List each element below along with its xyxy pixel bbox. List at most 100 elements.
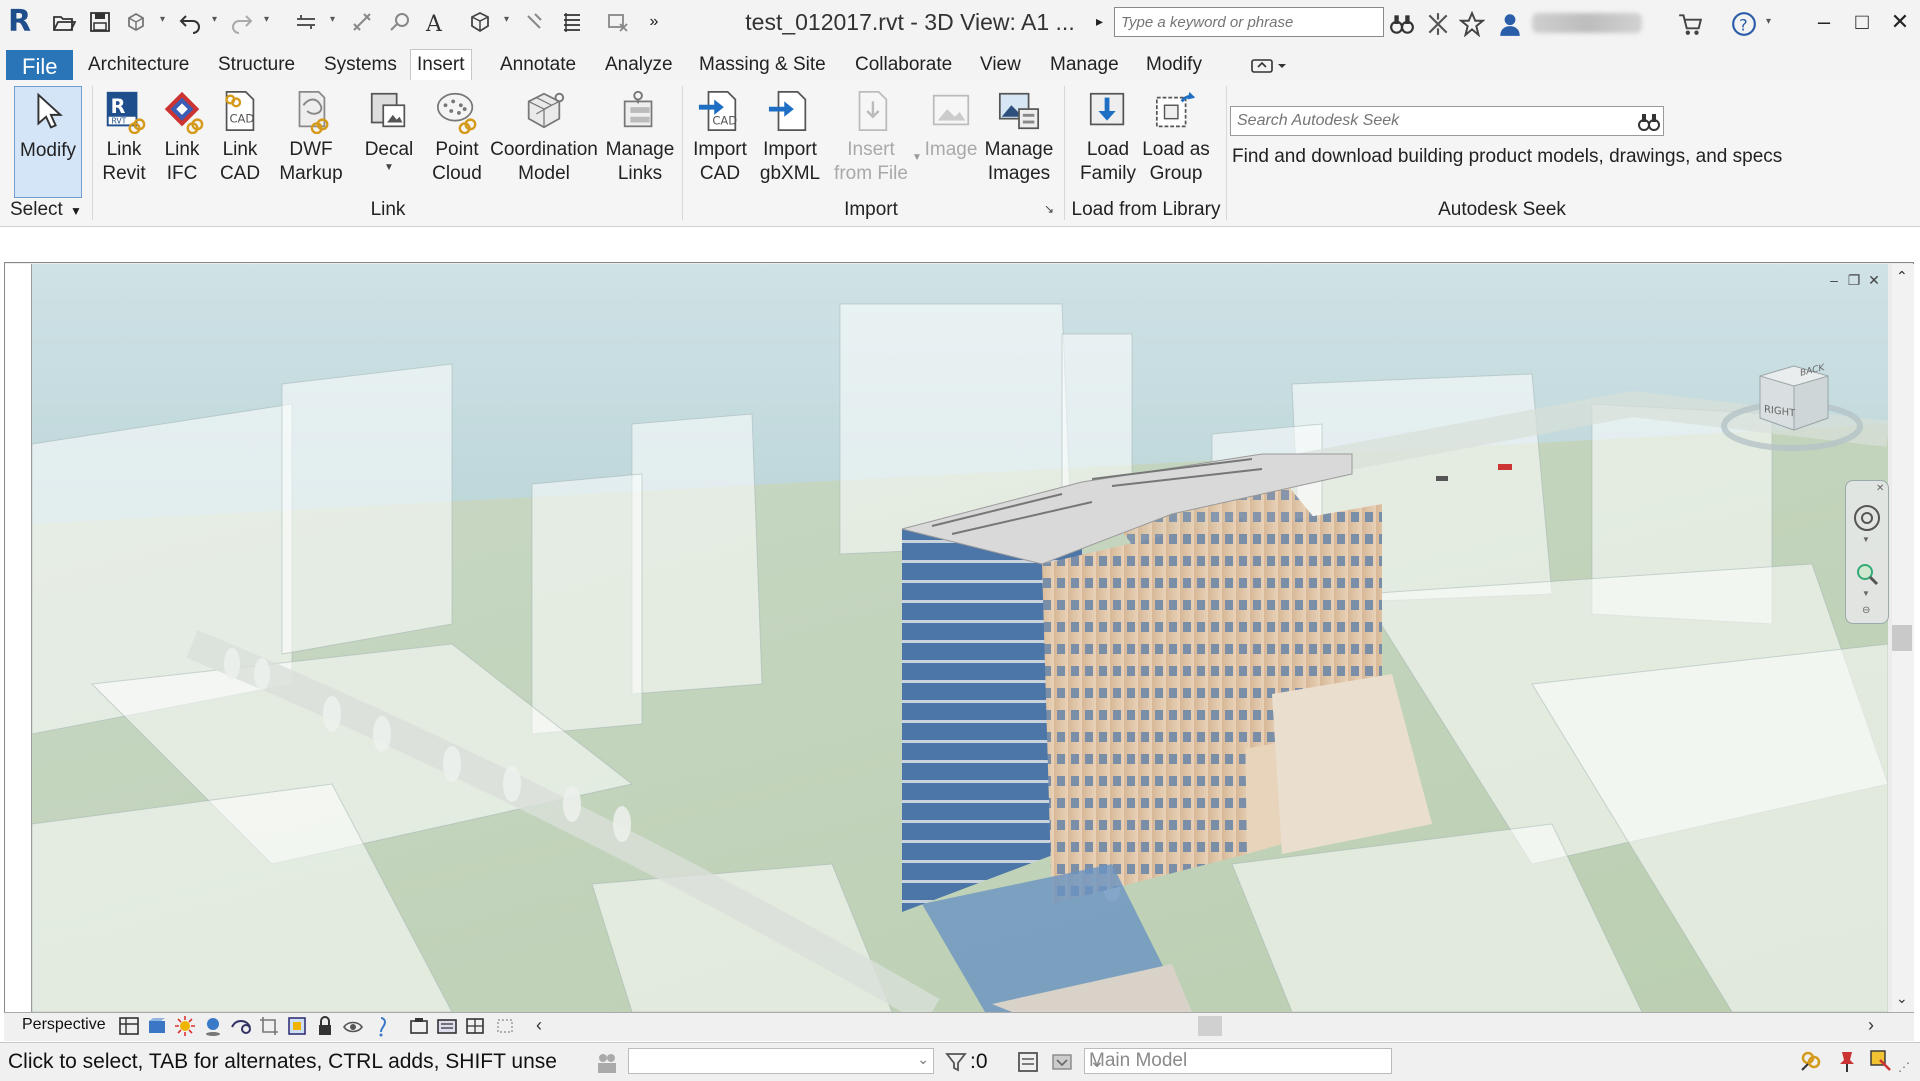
show-crop-region-icon[interactable] bbox=[286, 1015, 308, 1037]
seek-binoculars-icon[interactable] bbox=[1636, 110, 1662, 134]
rendering-dialog-icon[interactable] bbox=[230, 1015, 252, 1037]
import-cad-button[interactable]: CAD Import CAD bbox=[688, 86, 752, 198]
user-account-icon[interactable] bbox=[1496, 10, 1524, 38]
select-underlay-elements-icon[interactable] bbox=[1868, 1048, 1894, 1074]
select-pinned-elements-icon[interactable] bbox=[1834, 1048, 1860, 1074]
tab-manage[interactable]: Manage bbox=[1044, 50, 1125, 80]
autodesk-seek-search[interactable] bbox=[1230, 106, 1664, 136]
tab-architecture[interactable]: Architecture bbox=[82, 50, 195, 80]
help-search-field[interactable] bbox=[1115, 8, 1383, 36]
binoculars-icon[interactable] bbox=[1388, 10, 1416, 38]
select-links-icon[interactable] bbox=[1798, 1048, 1824, 1074]
link-ifc-button[interactable]: Link IFC bbox=[156, 86, 208, 198]
highlight-displacement-icon[interactable] bbox=[494, 1015, 516, 1037]
tab-collaborate[interactable]: Collaborate bbox=[849, 50, 958, 80]
link-panel-label[interactable]: Link bbox=[98, 197, 678, 223]
view-minimize-icon[interactable]: – bbox=[1826, 273, 1842, 289]
coordination-model-button[interactable]: Coordination Model bbox=[490, 86, 598, 198]
sun-path-icon[interactable] bbox=[174, 1015, 196, 1037]
active-workset-combo[interactable]: ⌄ bbox=[628, 1048, 934, 1074]
reveal-hidden-elements-icon[interactable] bbox=[370, 1015, 392, 1037]
zoom-region-icon[interactable] bbox=[1854, 561, 1880, 587]
link-cad-button[interactable]: CAD Link CAD bbox=[212, 86, 268, 198]
tab-annotate[interactable]: Annotate bbox=[494, 50, 582, 80]
select-dropdown-icon[interactable]: ▼ bbox=[70, 204, 82, 218]
filter-selection-icon[interactable] bbox=[944, 1050, 968, 1074]
app-logo[interactable]: R bbox=[8, 4, 42, 42]
save-icon[interactable] bbox=[86, 8, 114, 36]
horizontal-scroll-thumb[interactable] bbox=[1198, 1016, 1222, 1036]
default-3d-view-icon[interactable] bbox=[466, 8, 494, 36]
crop-view-icon[interactable] bbox=[258, 1015, 280, 1037]
visual-style-icon[interactable] bbox=[146, 1015, 168, 1037]
tab-insert[interactable]: Insert bbox=[410, 49, 472, 82]
aligned-dimension-icon[interactable] bbox=[348, 8, 376, 36]
nav-bar-options-icon[interactable]: ⊖ bbox=[1862, 605, 1870, 616]
load-from-library-panel-label[interactable]: Load from Library bbox=[1066, 197, 1226, 223]
close-hidden-views-icon[interactable] bbox=[604, 8, 632, 36]
manage-images-button[interactable]: Manage Images bbox=[984, 86, 1054, 198]
close-button[interactable]: ✕ bbox=[1878, 4, 1920, 40]
detail-level-icon[interactable] bbox=[118, 1015, 140, 1037]
steering-wheel-dropdown-icon[interactable]: ▼ bbox=[1862, 535, 1870, 544]
tab-systems[interactable]: Systems bbox=[318, 50, 403, 80]
thin-lines-icon[interactable] bbox=[558, 8, 586, 36]
measure-dropdown-icon[interactable]: ▾ bbox=[330, 14, 340, 28]
vertical-scroll-thumb[interactable] bbox=[1892, 625, 1912, 651]
link-revit-button[interactable]: R RVT Link Revit bbox=[98, 86, 150, 198]
manage-links-button[interactable]: Manage Links bbox=[604, 86, 676, 198]
show-analytical-model-icon[interactable] bbox=[464, 1015, 486, 1037]
measure-icon[interactable] bbox=[292, 8, 320, 36]
import-panel-label[interactable]: Import bbox=[688, 197, 1054, 223]
tab-view[interactable]: View bbox=[974, 50, 1027, 80]
sync-icon[interactable] bbox=[122, 8, 150, 36]
decal-dropdown-icon[interactable]: ▼ bbox=[384, 162, 394, 173]
section-icon[interactable] bbox=[520, 8, 548, 36]
tab-structure[interactable]: Structure bbox=[212, 50, 301, 80]
tab-file[interactable]: File bbox=[6, 50, 74, 82]
nav-bar-close-icon[interactable]: ✕ bbox=[1876, 483, 1884, 494]
select-panel-label[interactable]: Select bbox=[10, 197, 74, 223]
undo-icon[interactable] bbox=[176, 8, 204, 36]
view-bar-scroll-right-icon[interactable]: › bbox=[1868, 1015, 1890, 1037]
dwf-markup-button[interactable]: DWF Markup bbox=[274, 86, 348, 198]
tab-modify[interactable]: Modify bbox=[1140, 50, 1208, 80]
view-scale-label[interactable]: Perspective bbox=[22, 1016, 106, 1034]
lock-3d-view-icon[interactable] bbox=[314, 1015, 336, 1037]
zoom-dropdown-icon[interactable]: ▼ bbox=[1862, 589, 1870, 598]
title-expand-icon[interactable]: ▸ bbox=[1096, 13, 1103, 30]
insert-from-file-button[interactable]: Insert from File bbox=[828, 86, 914, 198]
editing-requests-icon[interactable] bbox=[1016, 1050, 1040, 1074]
steering-wheel-icon[interactable] bbox=[1852, 503, 1882, 533]
open-icon[interactable] bbox=[50, 8, 78, 36]
redo-dropdown-icon[interactable]: ▾ bbox=[264, 14, 274, 28]
sync-dropdown-icon[interactable]: ▾ bbox=[160, 14, 170, 28]
temporary-view-properties-icon[interactable] bbox=[436, 1015, 458, 1037]
scroll-down-icon[interactable]: ⌄ bbox=[1896, 990, 1908, 1007]
design-option-combo[interactable]: Main Model ⌄ bbox=[1084, 1048, 1392, 1074]
view-cube[interactable]: RIGHT BACK bbox=[1720, 356, 1864, 456]
autodesk-seek-input[interactable] bbox=[1231, 107, 1643, 135]
user-name-redacted[interactable] bbox=[1532, 13, 1642, 33]
tag-icon[interactable] bbox=[386, 8, 414, 36]
shopping-cart-icon[interactable] bbox=[1676, 10, 1704, 38]
help-dropdown-icon[interactable]: ▾ bbox=[1766, 16, 1776, 30]
tab-analyze[interactable]: Analyze bbox=[599, 50, 679, 80]
scroll-up-icon[interactable]: ⌃ bbox=[1896, 268, 1908, 285]
undo-dropdown-icon[interactable]: ▾ bbox=[212, 14, 222, 28]
import-gbxml-button[interactable]: Import gbXML bbox=[754, 86, 826, 198]
temporary-hide-isolate-icon[interactable] bbox=[342, 1015, 364, 1037]
subscription-center-icon[interactable] bbox=[1424, 10, 1452, 38]
design-options-icon[interactable] bbox=[1050, 1050, 1074, 1074]
worksets-icon[interactable] bbox=[594, 1050, 620, 1076]
tab-massing-site[interactable]: Massing & Site bbox=[693, 50, 832, 80]
text-icon[interactable]: A bbox=[420, 8, 448, 36]
import-settings-launcher-icon[interactable]: ↘ bbox=[1044, 202, 1054, 216]
favorites-star-icon[interactable] bbox=[1458, 10, 1486, 38]
point-cloud-button[interactable]: Point Cloud bbox=[428, 86, 486, 198]
autodesk-seek-panel-label[interactable]: Autodesk Seek bbox=[1230, 197, 1774, 223]
3d-view-canvas[interactable] bbox=[32, 264, 1888, 1012]
decal-button[interactable]: Decal ▼ bbox=[356, 86, 422, 198]
3d-view-dropdown-icon[interactable]: ▾ bbox=[504, 14, 514, 28]
ribbon-minimize-toggle[interactable] bbox=[1250, 56, 1290, 76]
